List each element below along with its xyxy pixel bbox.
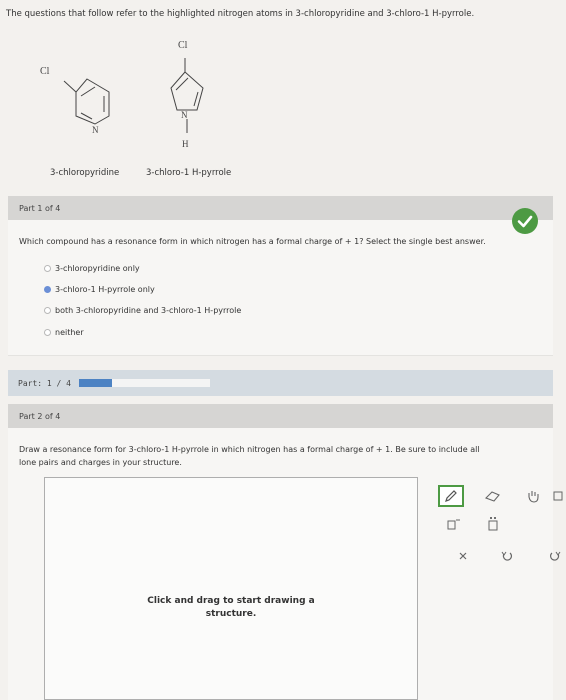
drawing-canvas[interactable]: Click and drag to start drawing a struct… <box>44 477 418 700</box>
canvas-hint-line2: structure. <box>205 609 257 619</box>
charge-icon[interactable] <box>440 513 466 535</box>
pyrrole-h-label: H <box>182 139 189 149</box>
pyrrole-cl-label: Cl <box>178 40 188 51</box>
option-label: neither <box>55 328 84 337</box>
redo-icon[interactable] <box>542 545 566 567</box>
pyrrole-name: 3-chloro-1 H-pyrrole <box>146 168 232 178</box>
clear-icon[interactable] <box>450 545 476 567</box>
part1-header: Part 1 of 4 <box>8 196 553 220</box>
pyridine-cl-label: Cl <box>40 66 50 77</box>
drawing-toolbar <box>434 481 566 576</box>
option-label: 3-chloropyridine only <box>55 264 140 273</box>
part2-question-line1: Draw a resonance form for 3-chloro-1 H-p… <box>19 445 480 454</box>
pyridine-structure <box>63 78 110 125</box>
answer-option-3[interactable]: both 3-chloropyridine and 3-chloro-1 H-p… <box>44 306 241 315</box>
structures-area: Cl N Cl N H 3-chloropyridine 3-chloro-1 … <box>0 30 566 190</box>
checkmark-icon <box>512 208 538 234</box>
part2-question-line2: lone pairs and charges in your structure… <box>19 458 182 467</box>
part2-header: Part 2 of 4 <box>8 404 553 428</box>
option-label: 3-chloro-1 H-pyrrole only <box>55 285 155 294</box>
answer-option-4[interactable]: neither <box>44 328 84 337</box>
radio-button[interactable] <box>44 265 51 272</box>
lone-pair-icon[interactable] <box>480 513 506 535</box>
radio-button[interactable] <box>44 307 51 314</box>
eraser-icon[interactable] <box>480 485 506 507</box>
radio-button[interactable] <box>44 329 51 336</box>
progress-track <box>79 379 210 387</box>
progress-fill <box>79 379 112 387</box>
template-icon[interactable] <box>550 485 566 507</box>
canvas-hint-line1: Click and drag to start drawing a <box>147 596 315 606</box>
canvas-hint: Click and drag to start drawing a struct… <box>45 595 417 621</box>
radio-button-selected[interactable] <box>44 286 51 293</box>
structures-drawing: Cl N Cl N H <box>40 40 204 149</box>
pyrrole-structure <box>170 58 204 133</box>
progress-label: Part: 1 / 4 <box>18 379 71 388</box>
progress-bar-row: Part: 1 / 4 <box>8 370 553 396</box>
grab-hand-icon[interactable] <box>520 485 546 507</box>
pyridine-name: 3-chloropyridine <box>50 168 120 178</box>
answer-option-1[interactable]: 3-chloropyridine only <box>44 264 140 273</box>
part1-question: Which compound has a resonance form in w… <box>19 237 486 246</box>
option-label: both 3-chloropyridine and 3-chloro-1 H-p… <box>55 306 242 315</box>
pyrrole-n-label: N <box>181 110 188 120</box>
answer-option-2[interactable]: 3-chloro-1 H-pyrrole only <box>44 285 155 294</box>
intro-text: The questions that follow refer to the h… <box>6 9 475 19</box>
undo-icon[interactable] <box>494 545 520 567</box>
pencil-icon[interactable] <box>438 485 464 507</box>
pyridine-n-label: N <box>92 125 99 135</box>
